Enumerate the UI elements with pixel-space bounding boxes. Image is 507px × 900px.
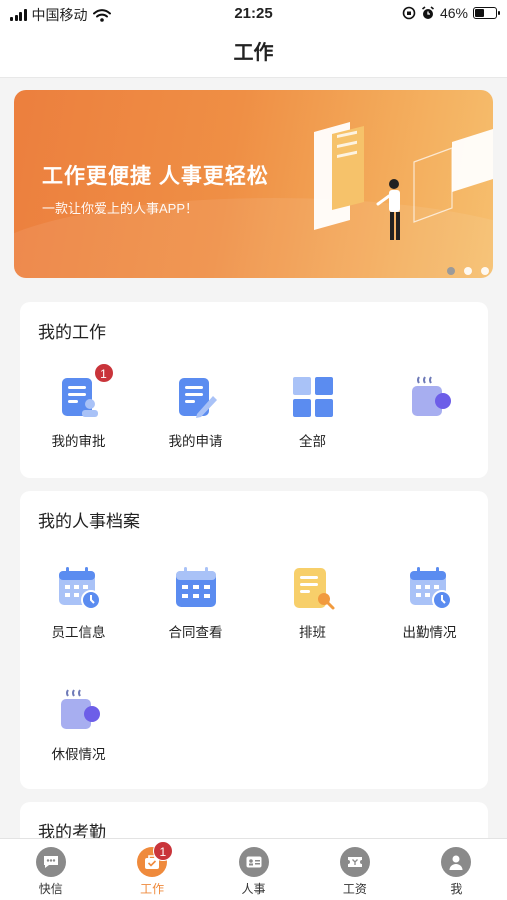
- banner-dot[interactable]: [464, 267, 472, 275]
- item-label: 我的审批: [51, 434, 106, 449]
- item-label: 休假情况: [51, 747, 106, 762]
- banner-dot[interactable]: [447, 267, 455, 275]
- all-grid-icon: [292, 377, 333, 417]
- banner-headline: 工作更便捷 人事更轻松: [42, 165, 269, 188]
- item-label: 合同查看: [168, 625, 223, 640]
- item-label: 我的申请: [168, 434, 223, 449]
- page-title: 工作: [0, 28, 507, 78]
- status-bar: 中国移动 21:25 46%: [0, 0, 507, 28]
- notification-badge: 1: [152, 841, 173, 861]
- banner-dot[interactable]: [481, 267, 489, 275]
- item-label: 排班: [299, 625, 326, 640]
- person-icon: [441, 847, 472, 877]
- contract-view-button[interactable]: 合同查看: [137, 565, 254, 641]
- id-card-icon: [238, 847, 269, 877]
- tab-label: 快信: [38, 882, 63, 896]
- tab-label: 人事: [241, 882, 266, 896]
- battery-icon: [473, 7, 500, 19]
- item-label: 全部: [299, 434, 326, 449]
- banner-subline: 一款让你爱上的人事APP！: [42, 201, 199, 216]
- tab-work[interactable]: 1 工作: [101, 839, 202, 900]
- schedule-button[interactable]: 排班: [254, 565, 371, 641]
- chat-icon: [35, 847, 66, 877]
- coffee-cup-icon: [60, 689, 100, 729]
- calendar-icon: [175, 567, 216, 607]
- promo-banner[interactable]: 工作更便捷 人事更轻松 一款让你爱上的人事APP！: [14, 90, 493, 278]
- tab-me[interactable]: 我: [406, 839, 507, 900]
- tab-label: 工资: [342, 882, 367, 896]
- application-edit-icon: [178, 378, 217, 418]
- tab-hr[interactable]: 人事: [203, 839, 304, 900]
- item-label: 员工信息: [51, 625, 106, 640]
- alarm-icon: [421, 6, 434, 19]
- battery-percent: 46%: [439, 5, 468, 21]
- leave-status-button[interactable]: 休假情况: [20, 687, 137, 763]
- leave-coffee-button[interactable]: [371, 374, 488, 430]
- schedule-doc-icon: [293, 568, 334, 610]
- calendar-clock-icon: [409, 567, 452, 610]
- section-title: 我的人事档案: [38, 512, 140, 531]
- tab-label: 工作: [140, 882, 165, 896]
- my-approval-button[interactable]: 1 我的审批: [20, 363, 137, 450]
- calendar-clock-icon: [58, 567, 101, 610]
- item-label: 出勤情况: [402, 625, 457, 640]
- ticket-icon: [339, 847, 370, 877]
- tab-label: 我: [450, 882, 463, 896]
- attendance-status-button[interactable]: 出勤情况: [371, 565, 488, 641]
- approval-doc-icon: [61, 378, 98, 417]
- my-work-card: 我的工作 1 我的审批 我的申请 全部: [20, 302, 488, 478]
- employee-info-button[interactable]: 员工信息: [20, 565, 137, 641]
- tab-salary[interactable]: 工资: [304, 839, 405, 900]
- section-title: 我的工作: [38, 323, 106, 342]
- my-application-button[interactable]: 我的申请: [137, 374, 254, 450]
- banner-illustration: [314, 122, 493, 240]
- tab-messages[interactable]: 快信: [0, 839, 101, 900]
- coffee-cup-icon: [411, 376, 451, 416]
- notification-badge: 1: [93, 363, 114, 383]
- all-button[interactable]: 全部: [254, 374, 371, 450]
- hr-files-card: 我的人事档案 员工信息 合同查看 排班 出勤情况 休假情况: [20, 491, 488, 789]
- bottom-tab-bar: 快信 1 工作 人事 工资 我: [0, 838, 507, 900]
- rotation-lock-icon: [402, 6, 416, 20]
- banner-pagination[interactable]: [447, 267, 489, 275]
